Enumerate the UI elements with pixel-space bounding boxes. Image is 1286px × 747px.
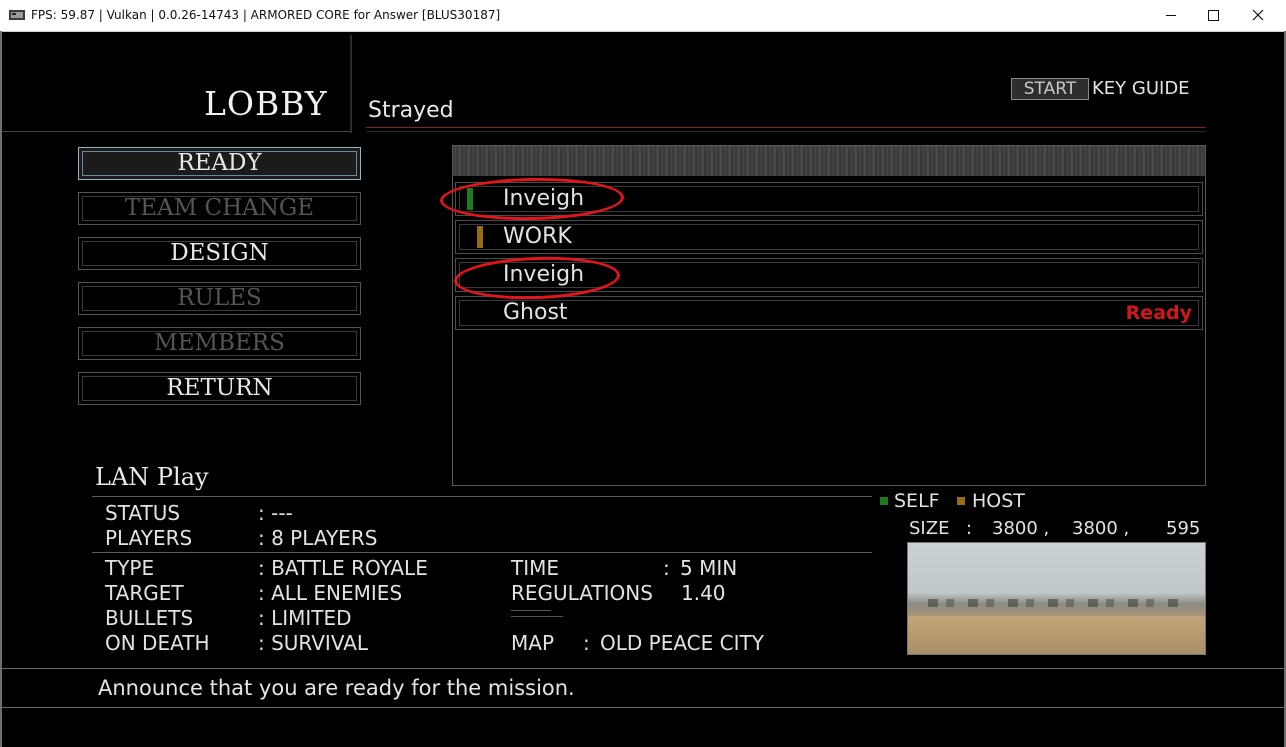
player-name: WORK	[503, 224, 572, 249]
player-row[interactable]: Ghost Ready	[455, 296, 1203, 330]
room-underline	[366, 127, 1206, 128]
ready-status: Ready	[1125, 302, 1192, 324]
window-border-left	[0, 31, 2, 747]
status-value: : ---	[258, 501, 293, 525]
host-legend-swatch	[957, 497, 965, 505]
host-marker	[477, 226, 483, 248]
tiny-text	[511, 607, 571, 621]
team-change-button[interactable]: TEAM CHANGE	[78, 192, 361, 225]
bullets-value: : LIMITED	[258, 606, 352, 630]
header-divider	[350, 35, 352, 133]
map-size-y: 3800 ,	[1072, 518, 1130, 539]
map-size-colon: :	[966, 518, 973, 539]
minimize-icon[interactable]	[1148, 0, 1194, 31]
player-row[interactable]: WORK	[455, 220, 1203, 254]
map-label: MAP	[511, 631, 554, 655]
maximize-icon[interactable]	[1190, 0, 1236, 31]
design-button[interactable]: DESIGN	[78, 237, 361, 270]
self-legend-label: SELF	[894, 490, 940, 512]
type-value: : BATTLE ROYALE	[258, 556, 428, 580]
window-title: FPS: 59.87 | Vulkan | 0.0.26-14743 | ARM…	[31, 8, 501, 22]
help-message: Announce that you are ready for the miss…	[98, 676, 575, 700]
room-name: Strayed	[368, 98, 454, 123]
map-size-z: 595	[1166, 518, 1201, 539]
return-button[interactable]: RETURN	[78, 372, 361, 405]
target-value: : ALL ENEMIES	[258, 581, 403, 605]
bullets-label: BULLETS	[105, 606, 194, 630]
mode-title: LAN Play	[95, 463, 209, 491]
players-value: : 8 PLAYERS	[258, 526, 378, 550]
window-titlebar[interactable]: FPS: 59.87 | Vulkan | 0.0.26-14743 | ARM…	[0, 0, 1286, 32]
regulations-value: 1.40	[681, 581, 726, 605]
ready-button[interactable]: READY	[78, 147, 361, 180]
app-icon	[9, 10, 25, 20]
map-value: OLD PEACE CITY	[600, 631, 764, 655]
map-size-label: SIZE	[909, 518, 950, 539]
key-guide-label[interactable]: KEY GUIDE	[1092, 78, 1190, 100]
player-name: Ghost	[503, 300, 568, 325]
player-list-header	[453, 146, 1205, 176]
page-title: LOBBY	[204, 84, 328, 123]
on-death-label: ON DEATH	[105, 631, 210, 655]
target-label: TARGET	[105, 581, 184, 605]
room-underline-shadow	[366, 131, 1206, 132]
footer-divider	[2, 668, 1284, 669]
close-icon[interactable]	[1236, 0, 1282, 31]
type-label: TYPE	[105, 556, 155, 580]
status-label: STATUS	[105, 501, 181, 525]
members-button[interactable]: MEMBERS	[78, 327, 361, 360]
rules-button[interactable]: RULES	[78, 282, 361, 315]
footer-divider	[2, 707, 1284, 708]
time-label: TIME	[511, 556, 560, 580]
info-divider	[92, 552, 872, 553]
map-colon: :	[583, 631, 590, 655]
regulations-label: REGULATIONS	[511, 581, 653, 605]
time-value: 5 MIN	[680, 556, 738, 580]
info-divider	[92, 496, 872, 497]
host-legend-label: HOST	[972, 490, 1025, 512]
on-death-value: : SURVIVAL	[258, 631, 369, 655]
map-size-x: 3800 ,	[992, 518, 1050, 539]
time-colon: :	[663, 556, 670, 580]
map-preview-image	[907, 542, 1206, 655]
self-legend-swatch	[880, 497, 888, 505]
start-button-badge: START	[1011, 78, 1089, 100]
players-label: PLAYERS	[105, 526, 193, 550]
header-rule	[2, 131, 351, 132]
